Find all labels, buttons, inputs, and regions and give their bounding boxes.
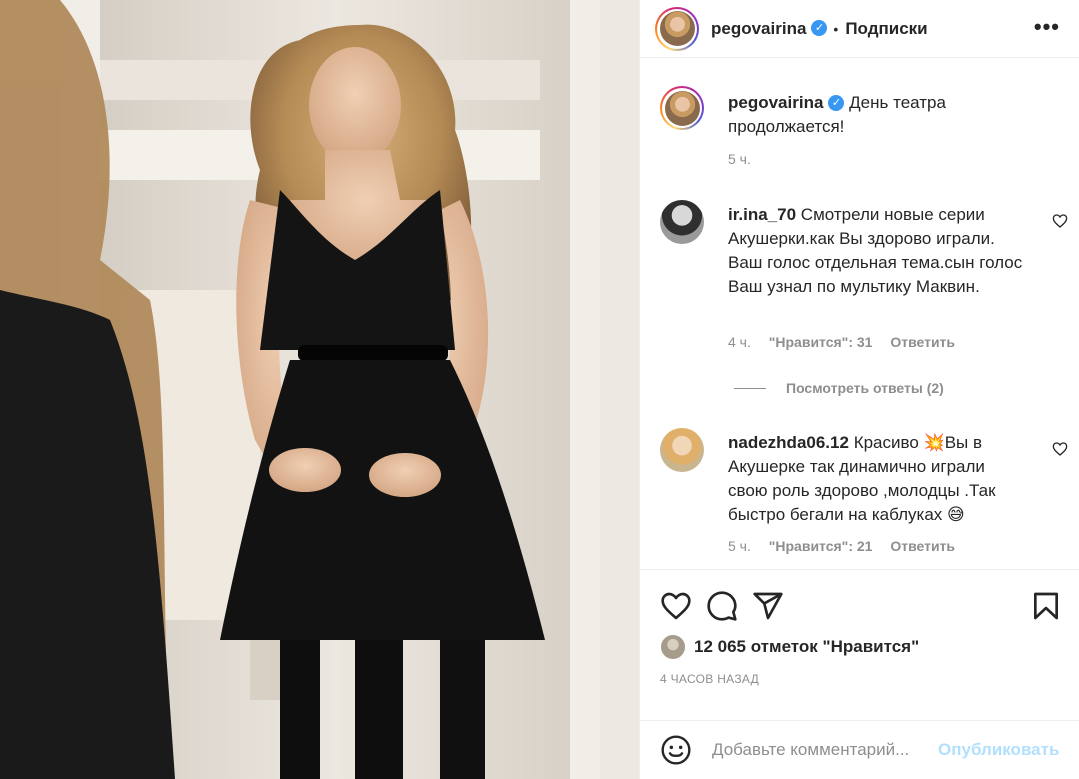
reply-button[interactable]: Ответить: [890, 334, 955, 350]
comment-like-heart-icon[interactable]: [1052, 213, 1068, 229]
verified-badge-icon: ✓: [828, 94, 845, 111]
caption-time[interactable]: 5 ч.: [728, 151, 751, 167]
comment-meta: 5 ч. "Нравится": 21 Ответить: [728, 538, 969, 554]
bookmark-icon[interactable]: [1030, 590, 1062, 622]
following-button[interactable]: Подписки: [845, 19, 927, 39]
post-actions: 12 065 отметок "Нравится" 4 ЧАСОВ НАЗАД: [640, 569, 1079, 729]
likes-count: 12 065 отметок "Нравится": [694, 637, 920, 656]
author-avatar[interactable]: [655, 6, 699, 51]
view-replies-label: Посмотреть ответы (2): [786, 380, 944, 396]
liker-avatar: [660, 634, 686, 660]
comments-section: pegovairina ✓ День театра продолжается! 5…: [640, 59, 1079, 569]
caption-text-block: pegovairina ✓ День театра продолжается!: [728, 91, 988, 139]
comment-username[interactable]: ir.ina_70: [728, 205, 796, 224]
comment-item: nadezhda06.12 Красиво 💥Вы в Акушерке так…: [640, 428, 1079, 568]
comment-input[interactable]: [712, 740, 934, 760]
comment-text-block: nadezhda06.12 Красиво 💥Вы в Акушерке так…: [728, 431, 1028, 527]
comment-meta: 4 ч. "Нравится": 31 Ответить: [728, 334, 969, 350]
author-avatar-image: [659, 11, 695, 46]
post-photo[interactable]: [0, 0, 639, 779]
caption-author-avatar[interactable]: [660, 86, 704, 130]
caption-username[interactable]: pegovairina: [728, 93, 823, 112]
comment-icon[interactable]: [706, 590, 738, 622]
comment-username[interactable]: nadezhda06.12: [728, 433, 849, 452]
more-options-icon[interactable]: •••: [1034, 16, 1060, 38]
verified-badge-icon: ✓: [811, 19, 828, 36]
comment-like-heart-icon[interactable]: [1052, 441, 1068, 457]
comment-time[interactable]: 4 ч.: [728, 334, 751, 350]
share-icon[interactable]: [752, 590, 784, 622]
comment-item: ir.ina_70 Смотрели новые серии Акушерки.…: [640, 200, 1079, 350]
add-comment-bar: Опубликовать: [640, 720, 1079, 779]
comment-likes-count[interactable]: "Нравится": 21: [769, 538, 873, 554]
sweat-smile-emoji-icon: 😅: [947, 505, 965, 524]
header-separator: •: [833, 20, 839, 37]
comment-text-part1: Красиво: [853, 433, 924, 452]
post-timestamp[interactable]: 4 ЧАСОВ НАЗАД: [660, 672, 759, 686]
author-username[interactable]: pegovairina: [711, 19, 806, 39]
reply-button[interactable]: Ответить: [890, 538, 955, 554]
publish-button[interactable]: Опубликовать: [938, 740, 1059, 760]
smiley-icon[interactable]: [660, 734, 692, 766]
user-avatar-icon[interactable]: [660, 200, 704, 244]
heart-icon[interactable]: [660, 590, 692, 622]
explosion-emoji-icon: 💥: [923, 433, 945, 452]
post-caption: pegovairina ✓ День театра продолжается! 5…: [640, 86, 1079, 206]
user-avatar-icon[interactable]: [660, 428, 704, 472]
action-icons-row: [660, 590, 784, 622]
post-header: pegovairina ✓ • Подписки •••: [640, 0, 1079, 58]
comment-time[interactable]: 5 ч.: [728, 538, 751, 554]
post-image: [0, 0, 639, 779]
view-replies-button[interactable]: Посмотреть ответы (2): [734, 380, 944, 396]
comment-text-block: ir.ina_70 Смотрели новые серии Акушерки.…: [728, 203, 1028, 299]
replies-divider: [734, 387, 766, 389]
comment-likes-count[interactable]: "Нравится": 31: [769, 334, 873, 350]
caption-meta: 5 ч.: [728, 151, 765, 167]
likes-summary[interactable]: 12 065 отметок "Нравится": [660, 634, 919, 660]
post-side-panel: pegovairina ✓ • Подписки ••• pegovairina…: [639, 0, 1079, 779]
